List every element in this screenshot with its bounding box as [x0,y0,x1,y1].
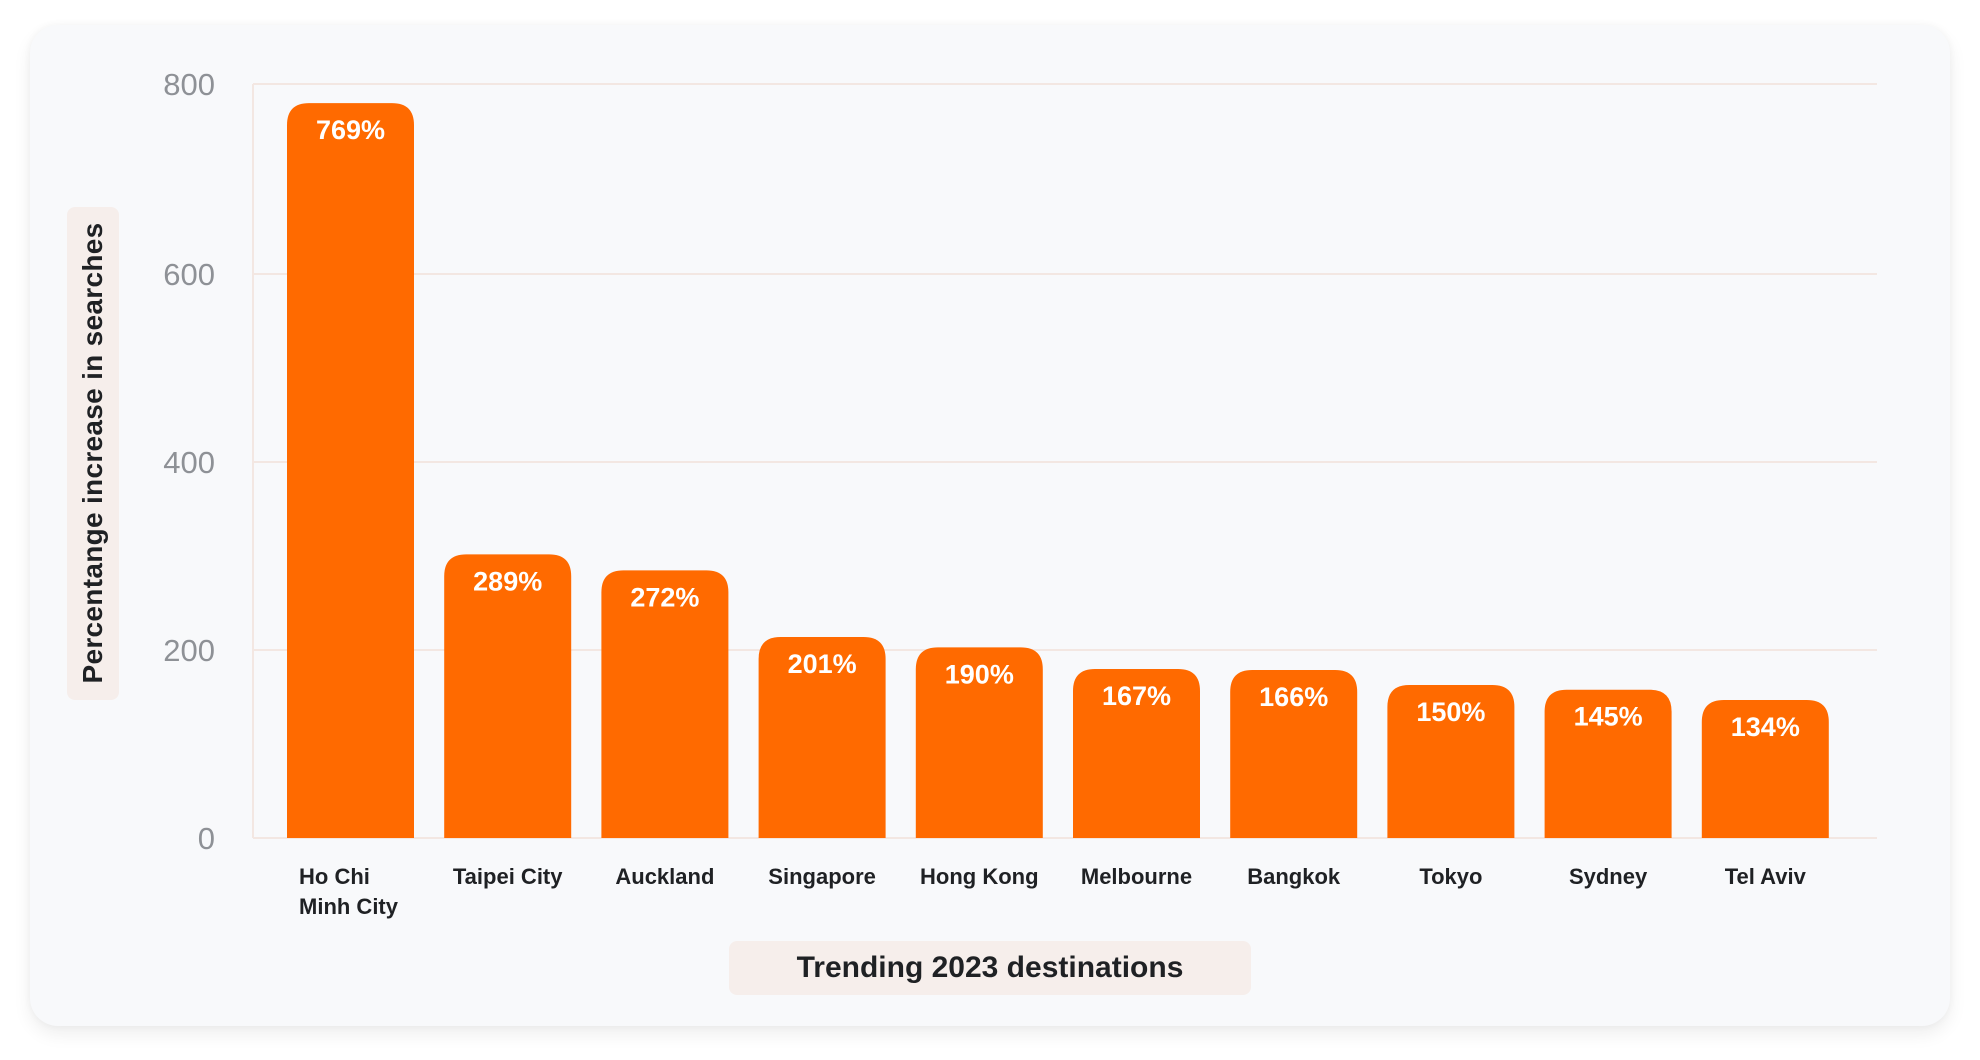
x-tick-label: Singapore [768,864,876,889]
x-tick-label: Taipei City [453,864,563,889]
bar-value-label: 145% [1574,702,1643,732]
x-tick-label: Auckland [615,864,714,889]
bar-chart: 0 200 400 600 800 769% 289% 272% 201% 190% 167% 16… [163,67,1877,919]
x-tick-label: Tel Aviv [1725,864,1807,889]
x-tick-label: Bangkok [1247,864,1341,889]
bar-value-label: 201% [788,649,857,679]
x-tick-label: Melbourne [1081,864,1192,889]
bars: 769% 289% 272% 201% 190% 167% 166% 150% 145% 134% [287,103,1829,838]
bar-value-label: 190% [945,659,1014,689]
bar-value-label: 134% [1731,712,1800,742]
bar-value-label: 289% [473,566,542,596]
y-tick-label: 400 [163,445,215,480]
x-axis-labels: Ho Chi Minh City Taipei City Auckland Singap… [299,864,1807,919]
x-axis-title: Trending 2023 destinations [796,951,1184,984]
bar-value-label: 166% [1259,682,1328,712]
bar-value-label: 167% [1102,681,1171,711]
x-tick-label: Tokyo [1419,864,1482,889]
x-tick-label: Sydney [1569,864,1648,889]
y-tick-label: 0 [198,821,215,856]
bar [287,103,414,838]
bar [444,554,572,838]
x-tick-label: Ho Chi [299,864,370,889]
x-tick-label: Minh City [299,894,399,919]
bar-value-label: 272% [630,582,699,612]
x-tick-label: Hong Kong [920,864,1039,889]
bar-value-label: 150% [1416,697,1485,727]
y-axis-ticks: 0 200 400 600 800 [163,67,215,856]
bar-value-label: 769% [316,115,385,145]
y-tick-label: 800 [163,67,215,102]
y-tick-label: 200 [163,633,215,668]
y-tick-label: 600 [163,257,215,292]
x-axis-title-box: Trending 2023 destinations [729,941,1251,995]
